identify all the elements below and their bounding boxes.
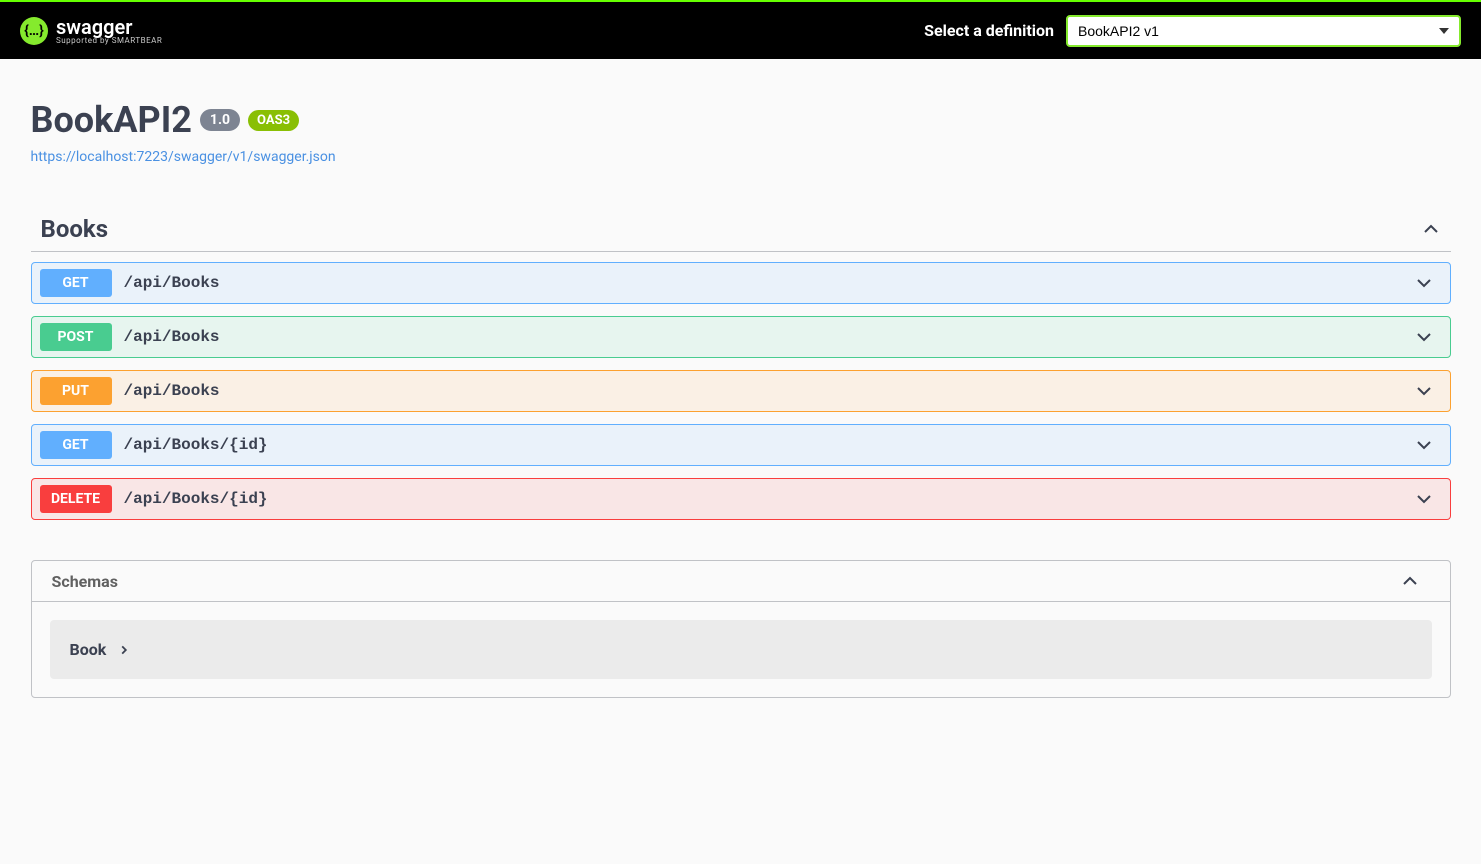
opblock-post-books[interactable]: POST /api/Books bbox=[31, 316, 1451, 358]
schemas-body: Book bbox=[32, 601, 1450, 697]
spec-url-link[interactable]: https://localhost:7223/swagger/v1/swagge… bbox=[31, 149, 336, 165]
chevron-down-icon bbox=[1414, 381, 1434, 401]
method-badge: POST bbox=[40, 323, 112, 351]
schema-name: Book bbox=[70, 640, 107, 659]
schemas-title: Schemas bbox=[52, 572, 118, 591]
definition-label: Select a definition bbox=[924, 21, 1054, 40]
opblock-get-books[interactable]: GET /api/Books bbox=[31, 262, 1451, 304]
brand-title: swagger bbox=[56, 17, 162, 37]
tag-section: Books GET /api/Books POST /api/Books bbox=[31, 215, 1451, 520]
topbar-left: {…} swagger Supported by SMARTBEAR bbox=[20, 17, 162, 45]
opblock-put-books[interactable]: PUT /api/Books bbox=[31, 370, 1451, 412]
operations-list: GET /api/Books POST /api/Books PUT /api/… bbox=[31, 262, 1451, 520]
operation-path: /api/Books/{id} bbox=[124, 436, 1414, 454]
tag-header[interactable]: Books bbox=[31, 215, 1451, 252]
title-row: BookAPI2 1.0 OAS3 bbox=[31, 99, 1451, 141]
chevron-down-icon bbox=[1414, 273, 1434, 293]
topbar-right: Select a definition BookAPI2 v1 bbox=[924, 15, 1461, 47]
swagger-logo[interactable]: {…} swagger Supported by SMARTBEAR bbox=[20, 17, 162, 45]
chevron-right-icon bbox=[118, 644, 130, 656]
version-badge: 1.0 bbox=[200, 109, 240, 131]
definition-select[interactable]: BookAPI2 v1 bbox=[1066, 15, 1461, 47]
chevron-down-icon bbox=[1414, 327, 1434, 347]
operation-path: /api/Books/{id} bbox=[124, 490, 1414, 508]
method-badge: DELETE bbox=[40, 485, 112, 513]
chevron-down-icon bbox=[1414, 435, 1434, 455]
method-badge: GET bbox=[40, 431, 112, 459]
schemas-section: Schemas Book bbox=[31, 560, 1451, 698]
swagger-icon: {…} bbox=[20, 17, 48, 45]
brand-subtitle: Supported by SMARTBEAR bbox=[56, 37, 162, 45]
api-info: BookAPI2 1.0 OAS3 https://localhost:7223… bbox=[31, 99, 1451, 165]
schema-item-book[interactable]: Book bbox=[50, 620, 1432, 679]
chevron-up-icon bbox=[1421, 219, 1441, 239]
oas-badge: OAS3 bbox=[248, 110, 299, 131]
definition-select-wrapper: BookAPI2 v1 bbox=[1066, 15, 1461, 47]
chevron-up-icon bbox=[1400, 571, 1420, 591]
tag-name: Books bbox=[31, 215, 109, 243]
api-title: BookAPI2 bbox=[31, 99, 192, 141]
opblock-delete-book-by-id[interactable]: DELETE /api/Books/{id} bbox=[31, 478, 1451, 520]
operation-path: /api/Books bbox=[124, 382, 1414, 400]
chevron-down-icon bbox=[1414, 489, 1434, 509]
operation-path: /api/Books bbox=[124, 328, 1414, 346]
swagger-brand-text: swagger Supported by SMARTBEAR bbox=[56, 17, 162, 45]
topbar: {…} swagger Supported by SMARTBEAR Selec… bbox=[0, 0, 1481, 59]
method-badge: PUT bbox=[40, 377, 112, 405]
main-container: BookAPI2 1.0 OAS3 https://localhost:7223… bbox=[11, 99, 1471, 698]
schemas-header[interactable]: Schemas bbox=[32, 561, 1450, 601]
operation-path: /api/Books bbox=[124, 274, 1414, 292]
opblock-get-book-by-id[interactable]: GET /api/Books/{id} bbox=[31, 424, 1451, 466]
method-badge: GET bbox=[40, 269, 112, 297]
